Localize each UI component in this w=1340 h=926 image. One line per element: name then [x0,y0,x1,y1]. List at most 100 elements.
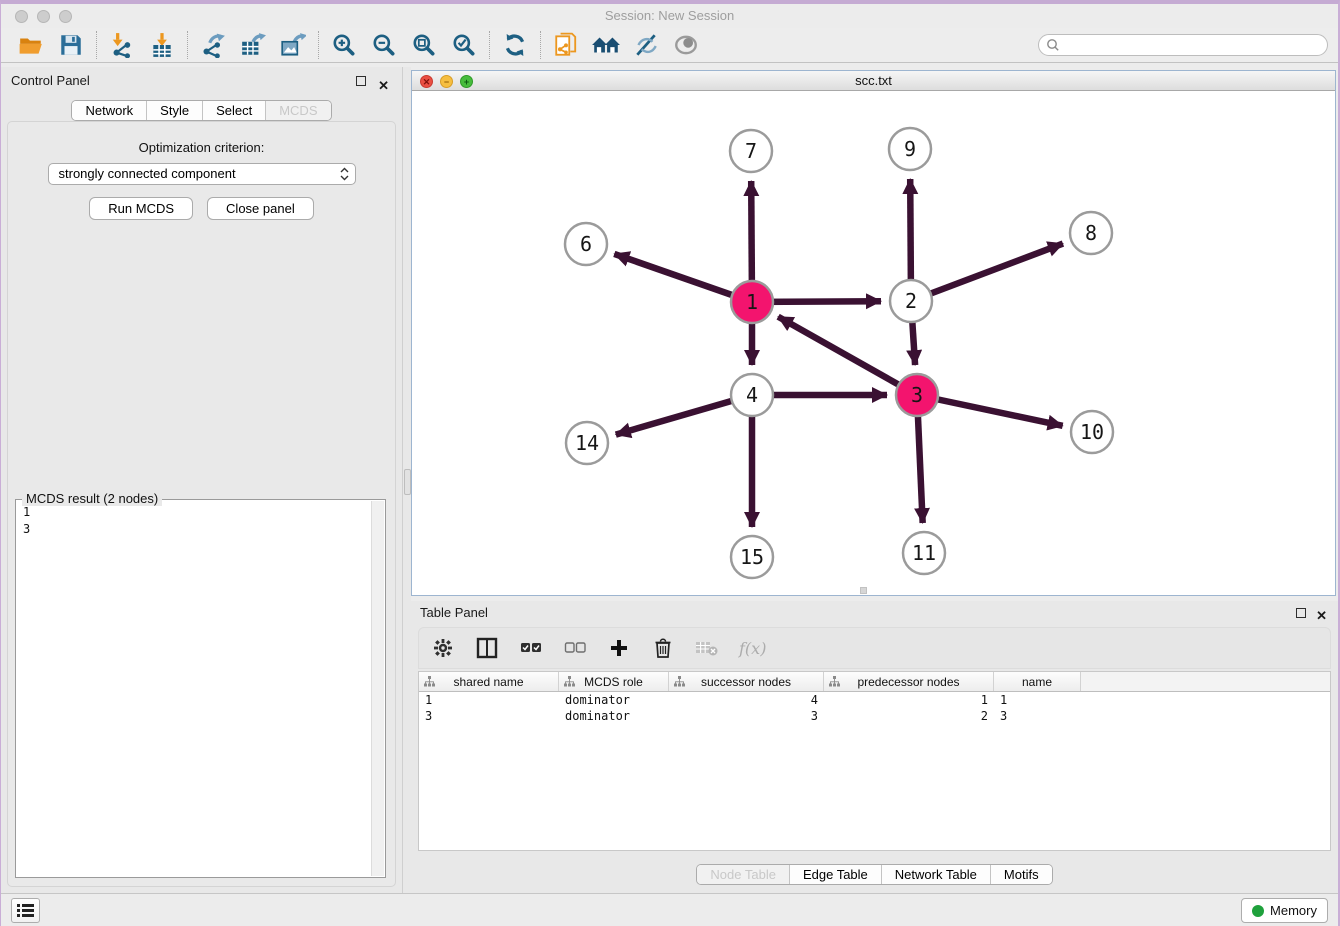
column-header-name[interactable]: name [994,672,1081,691]
node-2[interactable]: 2 [890,280,932,322]
show-panel-icon[interactable] [666,30,706,60]
tab-edge-table[interactable]: Edge Table [790,865,882,884]
close-table-panel-icon[interactable]: ✕ [1316,604,1327,628]
float-panel-icon[interactable] [356,76,366,86]
export-table-icon[interactable] [233,30,273,60]
criterion-dropdown[interactable]: strongly connected component [48,163,356,185]
save-session-icon[interactable] [51,30,91,60]
table-settings-icon[interactable] [431,636,455,660]
open-session-icon[interactable] [11,30,51,60]
table-panel-title: Table Panel [420,605,488,620]
run-mcds-button[interactable]: Run MCDS [89,197,193,220]
zoom-fit-icon[interactable] [404,30,444,60]
node-6[interactable]: 6 [565,223,607,265]
column-layout-icon[interactable] [475,636,499,660]
node-11[interactable]: 11 [903,532,945,574]
close-panel-icon[interactable]: ✕ [378,72,389,100]
node-3[interactable]: 3 [896,374,938,416]
column-header-shared-name[interactable]: shared name [419,672,559,691]
table-row[interactable]: 3 dominator 3 2 3 [419,708,1330,724]
import-table-icon[interactable] [142,30,182,60]
node-7[interactable]: 7 [730,130,772,172]
attribute-type-icon [424,676,435,687]
table-header-row: shared name MCDS role successor nodes pr… [419,672,1330,692]
memory-button[interactable]: Memory [1241,898,1328,923]
close-panel-button[interactable]: Close panel [207,197,314,220]
import-network-icon[interactable] [102,30,142,60]
zoom-out-icon[interactable] [364,30,404,60]
home-icon[interactable] [586,30,626,60]
splitter-handle[interactable] [404,469,411,495]
node-15[interactable]: 15 [731,536,773,578]
window-resize-handle[interactable] [860,587,867,594]
task-history-button[interactable] [11,898,40,923]
main-toolbar [1,28,1338,63]
export-image-icon[interactable] [273,30,313,60]
node-14[interactable]: 14 [566,422,608,464]
control-panel: Control Panel ✕ Network Style Select MCD… [1,67,402,893]
table-row[interactable]: 1 dominator 4 1 1 [419,692,1330,708]
node-1[interactable]: 1 [731,281,773,323]
result-scrollbar[interactable] [371,501,384,876]
function-builder-icon[interactable]: f(x) [739,639,766,658]
network-graph[interactable]: 1 2 3 4 6 7 8 9 10 11 14 15 [412,92,1338,596]
cell-shared-name: 3 [419,708,559,724]
column-header-successor-nodes[interactable]: successor nodes [669,672,824,691]
search-box[interactable] [1038,34,1328,56]
network-maximize-button[interactable]: + [460,75,473,88]
column-header-mcds-role[interactable]: MCDS role [559,672,669,691]
window-close-button[interactable] [15,10,28,23]
dropdown-stepper-icon [339,166,351,182]
network-minimize-button[interactable]: − [440,75,453,88]
cell-predecessor-nodes: 1 [824,692,994,708]
svg-text:6: 6 [580,232,592,256]
tab-select[interactable]: Select [203,101,266,120]
edge-3-1[interactable] [778,317,917,395]
column-header-predecessor-nodes[interactable]: predecessor nodes [824,672,994,691]
search-input[interactable] [1065,36,1327,54]
tab-network[interactable]: Network [72,101,147,120]
float-table-panel-icon[interactable] [1296,608,1306,618]
svg-text:4: 4 [746,383,758,407]
network-canvas[interactable]: 1 2 3 4 6 7 8 9 10 11 14 15 [412,92,1335,595]
node-9[interactable]: 9 [889,128,931,170]
svg-text:11: 11 [912,541,936,565]
svg-text:15: 15 [740,545,764,569]
tab-mcds[interactable]: MCDS [266,101,330,120]
toolbar-separator [187,31,188,59]
zoom-in-icon[interactable] [324,30,364,60]
tab-node-table[interactable]: Node Table [697,865,790,884]
delete-column-icon[interactable] [651,636,675,660]
select-all-icon[interactable] [519,636,543,660]
new-network-icon[interactable] [546,30,586,60]
zoom-selected-icon[interactable] [444,30,484,60]
cell-shared-name: 1 [419,692,559,708]
network-view-window: ✕ − + scc.txt 1234678910111415 [411,70,1336,596]
node-10[interactable]: 10 [1071,411,1113,453]
node-8[interactable]: 8 [1070,212,1112,254]
add-column-icon[interactable] [607,636,631,660]
hide-panel-icon[interactable] [626,30,666,60]
export-network-icon[interactable] [193,30,233,60]
application-window: Session: New Session [0,0,1340,926]
network-close-button[interactable]: ✕ [420,75,433,88]
tab-network-table[interactable]: Network Table [882,865,991,884]
toolbar-separator [540,31,541,59]
panel-splitter[interactable] [402,67,411,893]
delete-table-icon[interactable] [695,636,719,660]
svg-text:3: 3 [911,383,923,407]
tab-style[interactable]: Style [147,101,203,120]
window-zoom-button[interactable] [59,10,72,23]
edge-2-8[interactable] [911,244,1063,301]
edge-3-10[interactable] [917,395,1063,426]
toolbar-separator [318,31,319,59]
refresh-view-icon[interactable] [495,30,535,60]
deselect-all-icon[interactable] [563,636,587,660]
table-toolbar: f(x) [418,627,1331,669]
window-minimize-button[interactable] [37,10,50,23]
mcds-result-item: 1 [23,504,385,521]
toolbar-separator [96,31,97,59]
control-panel-header: Control Panel ✕ [1,67,402,95]
node-4[interactable]: 4 [731,374,773,416]
tab-motifs[interactable]: Motifs [991,865,1052,884]
